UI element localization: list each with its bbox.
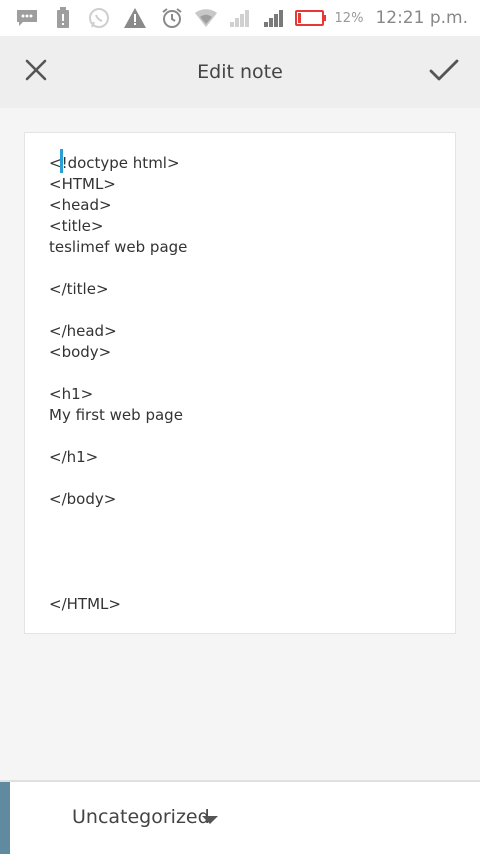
signal-icon <box>261 7 287 29</box>
battery-icon <box>294 7 327 29</box>
battery-saver-icon <box>50 7 76 29</box>
status-bar: 12% 12:21 p.m. <box>0 0 480 36</box>
wifi-icon <box>193 7 219 29</box>
save-button[interactable] <box>408 36 480 108</box>
text-cursor <box>60 149 63 173</box>
clock: 12:21 p.m. <box>375 8 468 28</box>
chevron-down-icon <box>202 816 218 824</box>
battery-percent: 12% <box>334 10 364 26</box>
signal-weak-icon <box>227 7 253 29</box>
action-bar: Edit note <box>0 36 480 108</box>
close-icon <box>24 58 48 86</box>
status-right-icons: 12% 12:21 p.m. <box>159 7 480 29</box>
check-icon <box>429 58 459 86</box>
message-icon <box>14 7 40 29</box>
whatsapp-icon <box>86 7 112 29</box>
warning-icon <box>122 7 148 29</box>
page-title: Edit note <box>197 61 283 83</box>
alarm-icon <box>159 7 185 29</box>
category-label: Uncategorized <box>72 806 210 828</box>
status-left-icons <box>0 7 148 29</box>
note-text-area[interactable]: <!doctype html> <HTML> <head> <title> te… <box>49 153 439 615</box>
close-button[interactable] <box>0 36 72 108</box>
left-accent-strip <box>0 782 10 854</box>
bottom-bar: Uncategorized <box>0 780 480 854</box>
note-card: <!doctype html> <HTML> <head> <title> te… <box>24 132 456 634</box>
